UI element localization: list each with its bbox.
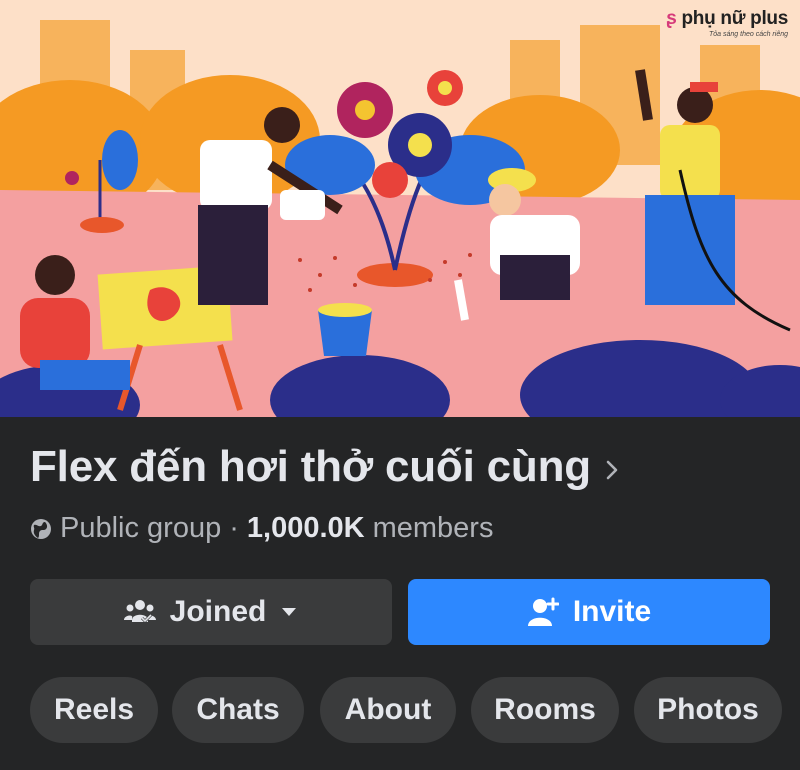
tab-label: About bbox=[344, 693, 432, 726]
invite-button[interactable]: Invite bbox=[408, 579, 770, 645]
privacy-label: Public group bbox=[60, 512, 222, 544]
tab-about[interactable]: About bbox=[320, 677, 456, 743]
group-meta: Public group · 1,000.0K members bbox=[30, 512, 493, 545]
add-person-icon bbox=[527, 597, 559, 626]
globe-icon bbox=[31, 518, 51, 539]
member-count[interactable]: 1,000.0K bbox=[247, 512, 365, 545]
tab-photos[interactable]: Photos bbox=[634, 677, 782, 743]
tab-chats[interactable]: Chats bbox=[172, 677, 304, 743]
watermark-tagline: Tỏa sáng theo cách riêng bbox=[709, 31, 788, 38]
tab-label: Chats bbox=[196, 693, 280, 726]
invite-label: Invite bbox=[572, 595, 652, 628]
tab-rooms[interactable]: Rooms bbox=[471, 677, 619, 743]
watermark-brand: ʂ phụ nữ plus bbox=[666, 8, 788, 29]
joined-button[interactable]: Joined bbox=[30, 579, 392, 645]
watermark: ʂ phụ nữ plus Tỏa sáng theo cách riêng bbox=[666, 8, 788, 38]
joined-label: Joined bbox=[169, 595, 267, 628]
chevron-right-icon[interactable] bbox=[605, 459, 619, 481]
member-label: members bbox=[372, 512, 494, 544]
caret-down-icon bbox=[282, 608, 297, 616]
cover-illustration bbox=[0, 0, 800, 417]
tab-label: Reels bbox=[53, 693, 135, 726]
tab-reels[interactable]: Reels bbox=[30, 677, 158, 743]
tab-label: Photos bbox=[657, 693, 759, 726]
group-title-row[interactable]: Flex đến hơi thở cuối cùng bbox=[30, 442, 619, 492]
group-name[interactable]: Flex đến hơi thở cuối cùng bbox=[30, 442, 591, 492]
meta-separator: · bbox=[229, 512, 239, 544]
tab-label: Rooms bbox=[494, 693, 596, 726]
group-icon bbox=[123, 600, 156, 624]
cover-photo[interactable]: ʂ phụ nữ plus Tỏa sáng theo cách riêng bbox=[0, 0, 800, 417]
